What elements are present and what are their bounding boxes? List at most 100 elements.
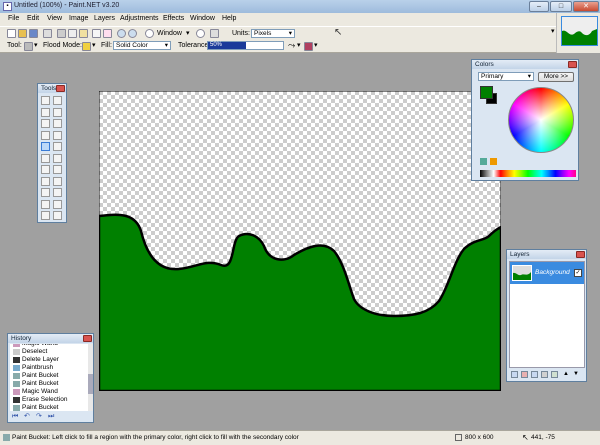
menu-file[interactable]: File [8, 15, 19, 22]
pan-tool-icon[interactable] [53, 130, 62, 140]
history-close-icon[interactable] [83, 335, 92, 342]
zoom-in-icon[interactable] [196, 29, 205, 38]
ellipse-tool-icon[interactable] [41, 211, 50, 220]
tools-close-icon[interactable] [56, 85, 65, 92]
color-picker-tool-icon[interactable] [53, 165, 62, 174]
tolerance-slider[interactable]: 50% [207, 41, 284, 50]
history-item-label: Magic Wand [22, 388, 58, 395]
history-item[interactable]: Deselect [12, 348, 88, 356]
history-scrollbar[interactable] [88, 344, 93, 411]
delete-layer-icon[interactable] [521, 371, 528, 378]
recolor-tool-icon[interactable] [53, 176, 62, 186]
antialias-dropdown-icon[interactable]: ▾ [297, 41, 301, 49]
antialias-icon[interactable]: ⤳ [288, 40, 295, 51]
paint-bucket-icon[interactable] [24, 42, 33, 51]
move-selection-tool-icon[interactable] [53, 96, 62, 105]
cut-icon[interactable] [57, 29, 66, 38]
blend-mode-icon[interactable] [304, 42, 313, 51]
layer-row[interactable]: Background ✓ [510, 262, 584, 284]
flood-mode-icon[interactable] [82, 42, 91, 51]
menu-layers[interactable]: Layers [94, 15, 115, 22]
menu-effects[interactable]: Effects [163, 15, 184, 22]
merge-layer-icon[interactable] [541, 371, 548, 378]
history-item[interactable]: Magic Wand [12, 388, 88, 396]
rounded-rectangle-tool-icon[interactable] [53, 199, 62, 209]
history-item[interactable]: Paint Bucket [12, 372, 88, 380]
blend-dropdown-icon[interactable]: ▾ [314, 41, 318, 49]
pencil-tool-icon[interactable] [41, 165, 50, 174]
history-item[interactable]: Erase Selection [12, 396, 88, 404]
menu-window[interactable]: Window [190, 15, 215, 22]
undo-step-icon[interactable]: ↶ [24, 413, 31, 420]
canvas[interactable] [99, 91, 501, 391]
paint-bucket-tool-icon[interactable] [41, 142, 50, 151]
duplicate-layer-icon[interactable] [531, 371, 538, 378]
add-color-icon[interactable] [490, 158, 497, 165]
history-scroll-thumb[interactable] [88, 374, 93, 394]
undo-icon[interactable] [117, 29, 126, 38]
palette-menu-icon[interactable] [480, 158, 487, 165]
freeform-shape-tool-icon[interactable] [53, 211, 62, 220]
grid-icon[interactable] [210, 29, 219, 38]
primary-color-swatch[interactable] [480, 86, 493, 99]
move-down-icon[interactable]: ▼ [573, 371, 580, 378]
magic-wand-tool-icon[interactable] [41, 130, 50, 140]
more-colors-button[interactable]: More >> [538, 72, 574, 82]
move-selected-tool-icon[interactable] [53, 107, 62, 117]
menu-help[interactable]: Help [222, 15, 236, 22]
fill-select[interactable]: Solid Color ▾ [113, 41, 171, 50]
redo-step-icon[interactable]: ↷ [36, 413, 43, 420]
menu-image[interactable]: Image [69, 15, 88, 22]
history-item[interactable]: Paint Bucket [12, 404, 88, 411]
deselect-icon[interactable] [103, 29, 112, 38]
fast-forward-icon[interactable]: ⏭ [48, 413, 55, 420]
layer-properties-icon[interactable] [551, 371, 558, 378]
units-select[interactable]: Pixels ▾ [251, 29, 295, 38]
text-tool-icon[interactable] [41, 188, 50, 197]
layers-close-icon[interactable] [576, 251, 585, 258]
tabs-dropdown-icon[interactable]: ▾ [551, 27, 555, 35]
print-icon[interactable] [43, 29, 52, 38]
new-icon[interactable] [7, 29, 16, 38]
history-item[interactable]: Paintbrush [12, 364, 88, 372]
menu-view[interactable]: View [47, 15, 62, 22]
gradient-tool-icon[interactable] [53, 142, 62, 151]
history-item[interactable]: Delete Layer [12, 356, 88, 364]
move-up-icon[interactable]: ▲ [563, 371, 570, 378]
save-icon[interactable] [29, 29, 38, 38]
ellipse-select-tool-icon[interactable] [41, 119, 50, 128]
rectangle-tool-icon[interactable] [41, 199, 50, 209]
maximize-button[interactable]: □ [550, 1, 572, 12]
image-thumbnail[interactable] [561, 16, 598, 46]
rectangle-select-tool-icon[interactable] [41, 96, 50, 105]
menu-edit[interactable]: Edit [27, 15, 39, 22]
rewind-icon[interactable]: ⏮ [12, 413, 19, 420]
close-button[interactable]: ✕ [573, 1, 599, 12]
app-icon: ▪ [3, 2, 12, 11]
crop-icon[interactable] [92, 29, 101, 38]
zoom-icon[interactable] [145, 29, 154, 38]
copy-icon[interactable] [68, 29, 77, 38]
flood-dropdown-icon[interactable]: ▾ [92, 41, 96, 49]
redo-icon[interactable] [128, 29, 137, 38]
history-item[interactable]: Paint Bucket [12, 380, 88, 388]
tool-dropdown-icon[interactable]: ▾ [34, 41, 38, 49]
color-mode-select[interactable]: Primary ▾ [478, 72, 534, 81]
menu-adjustments[interactable]: Adjustments [120, 15, 159, 22]
zoom-dropdown-icon[interactable]: ▾ [186, 29, 190, 37]
open-icon[interactable] [18, 29, 27, 38]
zoom-tool-icon[interactable] [53, 119, 62, 128]
paste-icon[interactable] [79, 29, 88, 38]
colors-close-icon[interactable] [568, 61, 577, 68]
zoom-value[interactable]: Window [157, 30, 182, 37]
color-wheel[interactable] [508, 87, 574, 153]
clone-stamp-tool-icon[interactable] [41, 176, 50, 186]
layer-visibility-checkbox[interactable]: ✓ [574, 269, 582, 277]
minimize-button[interactable]: – [529, 1, 549, 12]
line-curve-tool-icon[interactable] [53, 188, 62, 197]
add-layer-icon[interactable] [511, 371, 518, 378]
eraser-tool-icon[interactable] [53, 153, 62, 163]
lasso-select-tool-icon[interactable] [41, 107, 50, 117]
color-palette-strip[interactable] [480, 170, 576, 177]
paintbrush-tool-icon[interactable] [41, 153, 50, 163]
